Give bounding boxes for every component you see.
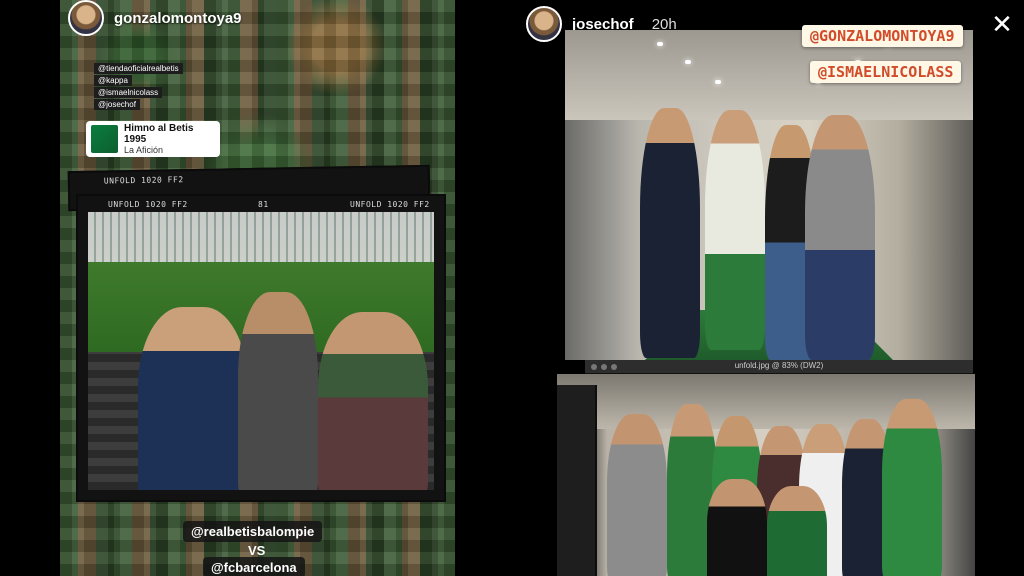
close-icon[interactable]: ✕ — [989, 11, 1015, 38]
person — [238, 292, 318, 490]
mention-sticker[interactable]: @ISMAELNICOLASS — [810, 61, 962, 83]
tag-mention[interactable]: @tiendaoficialrealbetis — [94, 63, 183, 74]
side-panel — [557, 385, 597, 576]
stories-viewer: gonzalomontoya9 @tiendaoficialrealbetis … — [0, 0, 1024, 576]
stadium-photo — [88, 212, 434, 490]
person — [318, 312, 428, 490]
person — [640, 108, 700, 358]
frame-caption: UNFOLD 1020 FF2 — [103, 175, 184, 186]
vs-text: VS — [248, 543, 266, 558]
person — [805, 115, 875, 360]
tag-mention[interactable]: @josechof — [94, 99, 140, 110]
mention-sticker[interactable]: @fcbarcelona — [203, 557, 305, 576]
person — [138, 307, 248, 490]
ceiling-light — [715, 80, 721, 84]
mention-sticker[interactable]: @GONZALOMONTOYA9 — [802, 25, 963, 47]
stadium-stand — [88, 212, 434, 262]
story-left-username[interactable]: gonzalomontoya9 — [114, 10, 242, 27]
person — [882, 399, 942, 576]
tunnel-photo-bottom — [557, 374, 975, 576]
person — [705, 110, 765, 350]
ceiling-light — [685, 60, 691, 64]
music-sticker[interactable]: Himno al Betis 1995 La Afición — [86, 121, 220, 157]
avatar[interactable] — [526, 6, 562, 42]
frame-caption: UNFOLD 1020 FF2 — [108, 200, 188, 209]
story-left-header: gonzalomontoya9 — [68, 0, 242, 36]
person — [607, 414, 667, 576]
window-title: unfold.jpg @ 83% (DW2) — [734, 361, 824, 370]
frame-caption: UNFOLD 1020 FF2 — [350, 200, 430, 209]
album-art — [91, 125, 118, 153]
music-artist: La Afición — [123, 145, 163, 155]
ceiling-light — [657, 42, 663, 46]
tag-list: @tiendaoficialrealbetis @kappa @ismaelni… — [94, 63, 183, 110]
person — [767, 486, 827, 576]
mention-sticker[interactable]: @realbetisbalompie — [183, 521, 323, 542]
frame-caption: 81 — [258, 200, 269, 209]
music-title: Himno al Betis 1995 — [123, 123, 194, 145]
tag-mention[interactable]: @kappa — [94, 75, 132, 86]
tag-mention[interactable]: @ismaelnicolass — [94, 87, 163, 98]
person — [707, 479, 767, 576]
photo-window-bar: unfold.jpg @ 83% (DW2) — [585, 360, 973, 374]
photo-frame-main: UNFOLD 1020 FF2 81 UNFOLD 1020 FF2 — [76, 194, 446, 502]
avatar[interactable] — [68, 0, 104, 36]
